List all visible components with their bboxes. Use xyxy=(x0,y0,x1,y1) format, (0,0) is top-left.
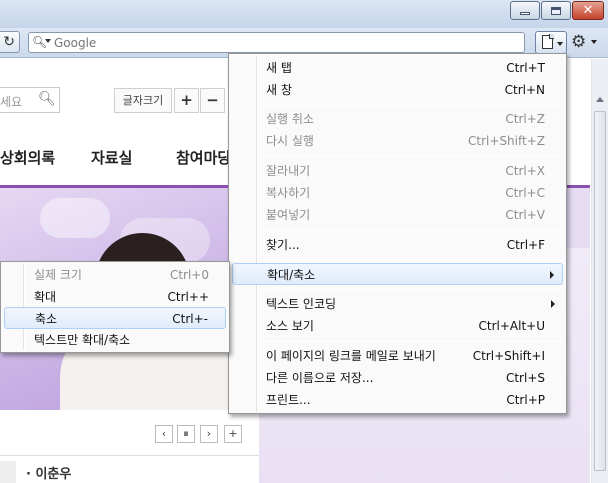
menu-item-save-as[interactable]: 다른 이름으로 저장... Ctrl+S xyxy=(232,367,563,389)
menu-item-zoom-text-only[interactable]: 텍스트만 확대/축소 xyxy=(4,329,226,351)
vertical-scrollbar[interactable] xyxy=(591,59,608,483)
search-engine-dropdown-icon[interactable] xyxy=(45,39,51,43)
search-box[interactable]: 🔍︎ xyxy=(28,32,525,53)
search-icon[interactable]: 🔍︎ xyxy=(38,91,56,107)
page-menu-button[interactable] xyxy=(535,31,567,54)
nav-item-archive[interactable]: 자료실 xyxy=(91,147,132,168)
banner-next-button[interactable]: › xyxy=(200,425,218,443)
zoom-submenu: 실제 크기 Ctrl+0 확대 Ctrl++ 축소 Ctrl+- 텍스트만 확대/축소 xyxy=(0,261,230,353)
banner-prev-button[interactable]: ‹ xyxy=(155,425,173,443)
nav-item-minutes[interactable]: 상회의록 xyxy=(0,147,55,168)
scroll-up-icon[interactable] xyxy=(596,97,604,102)
menu-item-paste[interactable]: 붙여넣기 Ctrl+V xyxy=(232,204,563,226)
menu-item-actual-size[interactable]: 실제 크기 Ctrl+0 xyxy=(4,264,226,286)
chevron-down-icon[interactable] xyxy=(591,40,597,44)
menu-separator xyxy=(259,156,564,157)
menu-item-copy[interactable]: 복사하기 Ctrl+C xyxy=(232,182,563,204)
minimize-icon xyxy=(520,12,530,15)
banner-pause-button[interactable]: ⏸ xyxy=(177,425,195,443)
maximize-icon xyxy=(551,6,561,15)
gear-icon[interactable]: ⚙ xyxy=(571,32,586,52)
banner-more-button[interactable]: + xyxy=(224,425,242,443)
menu-item-zoom-in[interactable]: 확대 Ctrl++ xyxy=(4,286,226,308)
font-size-decrease-button[interactable]: − xyxy=(200,88,225,113)
list-thumbnail xyxy=(0,461,16,483)
font-size-label: 글자크기 xyxy=(114,88,172,113)
menu-item-new-tab[interactable]: 새 탭 Ctrl+T xyxy=(232,57,563,79)
page-menu: 새 탭 Ctrl+T 새 창 Ctrl+N 실행 취소 Ctrl+Z 다시 실행 Ctr… xyxy=(228,53,567,414)
page-icon xyxy=(542,34,554,49)
reload-icon[interactable]: ↻ xyxy=(0,31,20,53)
menu-separator xyxy=(259,260,564,261)
menu-item-cut[interactable]: 잘라내기 Ctrl+X xyxy=(232,160,563,182)
chevron-right-icon xyxy=(551,300,555,308)
menu-separator xyxy=(259,289,564,290)
news-item[interactable]: · 이춘우 xyxy=(26,463,71,482)
menu-separator xyxy=(259,230,564,231)
menu-item-email-link[interactable]: 이 페이지의 링크를 메일로 보내기 Ctrl+Shift+I xyxy=(232,345,563,367)
site-search-field[interactable]: 세요 🔍︎ xyxy=(0,87,60,113)
menu-item-undo[interactable]: 실행 취소 Ctrl+Z xyxy=(232,108,563,130)
scrollbar-thumb[interactable] xyxy=(594,111,606,471)
menu-separator xyxy=(259,341,564,342)
menu-item-print[interactable]: 프린트... Ctrl+P xyxy=(232,389,563,411)
menu-item-view-source[interactable]: 소스 보기 Ctrl+Alt+U xyxy=(232,315,563,337)
maximize-button[interactable] xyxy=(541,1,571,20)
divider xyxy=(0,455,259,456)
menu-separator xyxy=(259,105,564,106)
minimize-button[interactable] xyxy=(510,1,540,20)
menu-item-text-encoding[interactable]: 텍스트 인코딩 xyxy=(232,293,563,315)
chevron-right-icon xyxy=(550,271,554,279)
chevron-down-icon xyxy=(557,42,563,46)
menu-item-zoom[interactable]: 확대/축소 xyxy=(232,263,563,285)
menu-item-new-window[interactable]: 새 창 Ctrl+N xyxy=(232,79,563,101)
close-button[interactable]: ✕ xyxy=(572,1,604,20)
close-icon: ✕ xyxy=(582,3,594,18)
font-size-increase-button[interactable]: + xyxy=(174,88,199,113)
search-input[interactable] xyxy=(54,34,514,51)
nav-item-participation[interactable]: 참여마당 xyxy=(176,147,231,168)
menu-item-zoom-out[interactable]: 축소 Ctrl+- xyxy=(4,307,226,329)
menu-item-find[interactable]: 찾기... Ctrl+F xyxy=(232,234,563,256)
menu-item-redo[interactable]: 다시 실행 Ctrl+Shift+Z xyxy=(232,130,563,152)
site-search-placeholder: 세요 xyxy=(0,95,23,109)
window-titlebar: ✕ xyxy=(0,0,608,28)
